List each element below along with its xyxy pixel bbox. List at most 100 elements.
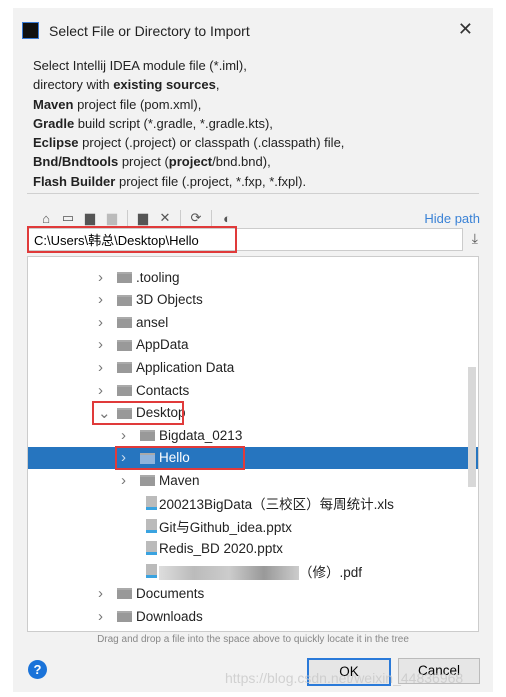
label-text: Redis_BD 2020.pptx — [159, 540, 283, 556]
path-input[interactable] — [28, 229, 462, 250]
label-text: 3D Objects — [136, 292, 203, 308]
chevron-right-icon[interactable]: › — [98, 359, 103, 376]
tree-row[interactable]: › Contacts — [28, 379, 478, 401]
tree-row[interactable]: › AppData — [28, 334, 478, 356]
text: , — [215, 77, 220, 93]
tree-row-label: Desktop — [136, 405, 186, 420]
bold-text: Maven — [33, 96, 74, 112]
close-icon[interactable]: ✕ — [458, 19, 473, 40]
label-text: Favorites — [136, 631, 192, 632]
chevron-right-icon[interactable]: › — [98, 336, 103, 353]
module-folder-icon[interactable]: ▆ — [101, 210, 123, 226]
tree-row[interactable]: Git与Github_idea.pptx — [28, 515, 478, 537]
import-dialog: Select File or Directory to Import ✕ Sel… — [13, 8, 493, 692]
chevron-right-icon[interactable]: › — [98, 608, 103, 625]
blurred-text — [159, 566, 299, 581]
hide-path-link[interactable]: Hide path — [424, 211, 480, 226]
bold-text: Eclipse — [33, 135, 79, 151]
tree-row-label: Redis_BD 2020.pptx — [159, 541, 283, 556]
chevron-right-icon[interactable]: › — [98, 314, 103, 331]
divider — [27, 193, 479, 194]
home-icon[interactable]: ⌂ — [35, 211, 57, 226]
new-folder-icon[interactable]: ▆ — [132, 210, 154, 226]
path-field[interactable] — [27, 228, 463, 251]
tree-row[interactable]: › ansel — [28, 311, 478, 333]
tree-row[interactable]: ⌄ Desktop — [28, 402, 478, 424]
download-icon[interactable]: ⤓ — [472, 230, 478, 247]
description-line: Flash Builder project file (.project, *.… — [33, 172, 344, 191]
file-tree[interactable]: › Favorites › Downloads › Documents （修）.pdf Red… — [27, 256, 479, 632]
tree-row[interactable]: 200213BigData（三校区）每周统计.xls — [28, 492, 478, 514]
dialog-title: Select File or Directory to Import — [49, 23, 250, 39]
tree-row[interactable]: › Hello — [28, 446, 478, 469]
refresh-icon[interactable]: ⟳ — [185, 210, 207, 226]
label-text: Git与Github_idea.pptx — [159, 519, 292, 535]
folder-icon — [117, 272, 132, 283]
chevron-right-icon[interactable]: › — [98, 382, 103, 399]
folder-icon — [117, 339, 132, 351]
tree-row-label: Application Data — [136, 360, 234, 375]
delete-icon[interactable]: ✕ — [154, 210, 176, 226]
description-line: directory with existing sources, — [33, 75, 344, 94]
file-icon — [146, 541, 157, 556]
chevron-right-icon[interactable]: › — [98, 269, 103, 286]
chevron-right-icon[interactable]: › — [98, 585, 103, 602]
tree-row[interactable]: › Documents — [28, 582, 478, 604]
description-line: Select Intellij IDEA module file (*.iml)… — [33, 56, 344, 75]
chevron-right-icon[interactable]: › — [121, 449, 126, 466]
project-folder-icon[interactable]: ▆ — [79, 210, 101, 226]
description-line: Eclipse project (.project) or classpath … — [33, 133, 344, 152]
label-text: .tooling — [136, 269, 180, 285]
help-button[interactable]: ? — [28, 660, 47, 679]
tree-row[interactable]: › Maven — [28, 469, 478, 491]
description-line: Gradle build script (*.gradle, *.gradle.… — [33, 114, 344, 133]
folder-icon — [117, 385, 132, 396]
tree-row[interactable]: › Favorites — [28, 628, 478, 632]
tree-row[interactable]: › Application Data — [28, 356, 478, 378]
tree-row[interactable]: › Bigdata_0213 — [28, 424, 478, 446]
folder-icon — [117, 611, 132, 622]
intellij-logo-icon — [22, 22, 39, 39]
tree-row-label: Maven — [159, 473, 200, 488]
label-text: Application Data — [136, 359, 235, 375]
desktop-icon[interactable]: ▭ — [57, 210, 79, 226]
tree-row[interactable]: › 3D Objects — [28, 289, 478, 311]
tree-row-label: Downloads — [136, 609, 203, 624]
tree-row-label: Contacts — [136, 383, 189, 398]
bold-text: Flash Builder — [33, 173, 116, 189]
show-hidden-icon[interactable]: ◐ — [216, 211, 238, 226]
folder-icon — [117, 407, 132, 419]
tree-row-label: ansel — [136, 315, 168, 330]
tree-row[interactable]: Redis_BD 2020.pptx — [28, 537, 478, 559]
folder-icon — [140, 430, 155, 442]
file-icon — [146, 496, 157, 510]
tree-row-label: AppData — [136, 337, 189, 352]
chevron-right-icon[interactable]: › — [121, 472, 126, 489]
tree-row-label: 200213BigData（三校区）每周统计.xls — [159, 493, 394, 513]
text: project ( — [118, 154, 169, 170]
bold-text: project — [168, 154, 213, 170]
tree-row-label: .tooling — [136, 270, 180, 285]
folder-icon — [117, 317, 132, 329]
chevron-right-icon[interactable]: › — [98, 630, 103, 631]
tree-row-label: Hello — [159, 450, 190, 465]
tree-row-label: Bigdata_0213 — [159, 428, 242, 443]
label-text: （修）.pdf — [299, 564, 363, 580]
tree-row[interactable]: （修）.pdf — [28, 560, 478, 582]
scrollbar[interactable] — [468, 367, 476, 487]
chevron-down-icon[interactable]: ⌄ — [98, 404, 111, 422]
label-text: AppData — [136, 337, 189, 353]
tree-row[interactable]: › .tooling — [28, 266, 478, 288]
label-text: Maven — [159, 472, 200, 488]
tree-row[interactable]: › Downloads — [28, 605, 478, 627]
watermark: https://blog.csdn.net/weixin_44836968 — [225, 670, 464, 686]
toolbar-divider — [127, 210, 128, 226]
bold-text: Bnd/Bndtools — [33, 154, 119, 170]
chevron-right-icon[interactable]: › — [98, 291, 103, 308]
label-text: Hello — [159, 450, 190, 466]
chevron-right-icon[interactable]: › — [121, 427, 126, 444]
tree-row-label: Git与Github_idea.pptx — [159, 516, 292, 536]
tree-row-label: Documents — [136, 586, 204, 601]
description-line: Bnd/Bndtools project (project/bnd.bnd), — [33, 152, 344, 171]
file-icon — [146, 563, 157, 578]
